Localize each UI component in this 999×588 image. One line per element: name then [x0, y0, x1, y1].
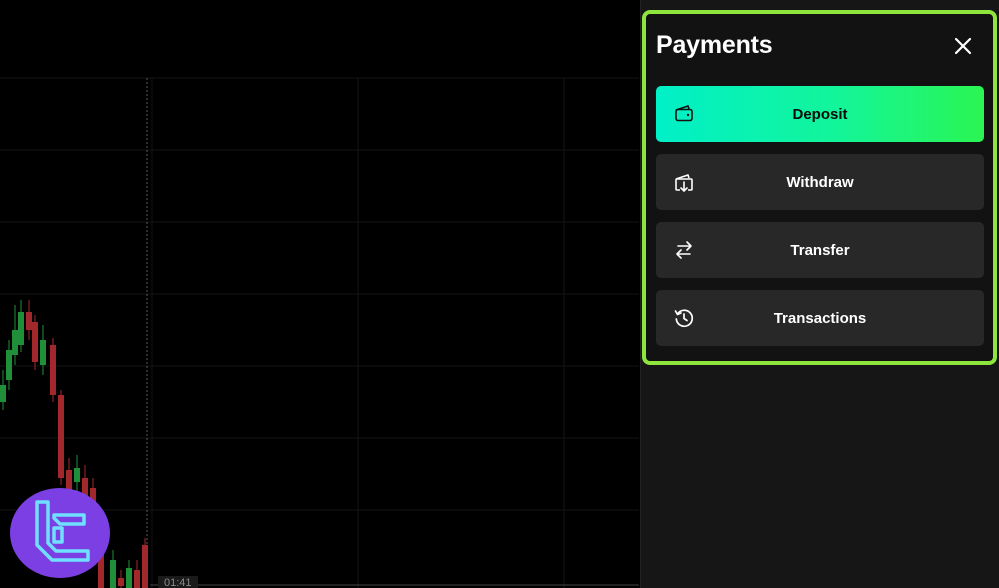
candle-body-10: [74, 468, 80, 482]
brand-logo: [10, 488, 110, 578]
panel-title: Payments: [656, 31, 773, 59]
candle-body-2: [12, 330, 18, 355]
candle-body-0: [0, 385, 6, 402]
transfer-button[interactable]: Transfer: [656, 222, 984, 278]
candle-body-3: [18, 312, 24, 345]
candle-body-5: [32, 322, 38, 362]
candle-body-6: [40, 340, 46, 365]
withdraw-icon: [672, 170, 696, 194]
withdraw-label: Withdraw: [786, 173, 854, 191]
candle-body-17: [134, 570, 140, 588]
candle-body-15: [118, 578, 124, 586]
candle-body-4: [26, 312, 32, 330]
withdraw-button[interactable]: Withdraw: [656, 154, 984, 210]
transactions-button[interactable]: Transactions: [656, 290, 984, 346]
candle-body-14: [110, 560, 116, 588]
history-icon: [672, 306, 696, 330]
candle-body-1: [6, 350, 12, 380]
close-icon: [954, 37, 972, 55]
logo-mark-icon: [35, 500, 90, 562]
candle-body-7: [50, 345, 56, 395]
candle-body-8: [58, 395, 64, 478]
candle-body-18: [142, 545, 148, 588]
deposit-button[interactable]: Deposit: [656, 86, 984, 142]
transfer-arrows-icon: [672, 238, 696, 262]
wallet-icon: [672, 102, 696, 126]
candle-body-9: [66, 470, 72, 490]
candle-body-16: [126, 568, 132, 588]
crosshair-time-label: 01:41: [158, 576, 198, 588]
transactions-label: Transactions: [773, 309, 867, 327]
transfer-label: Transfer: [790, 241, 850, 259]
close-button[interactable]: [949, 32, 977, 60]
deposit-label: Deposit: [792, 105, 848, 123]
payments-panel: Payments Deposit Withdraw Transfer Trans…: [642, 10, 997, 365]
